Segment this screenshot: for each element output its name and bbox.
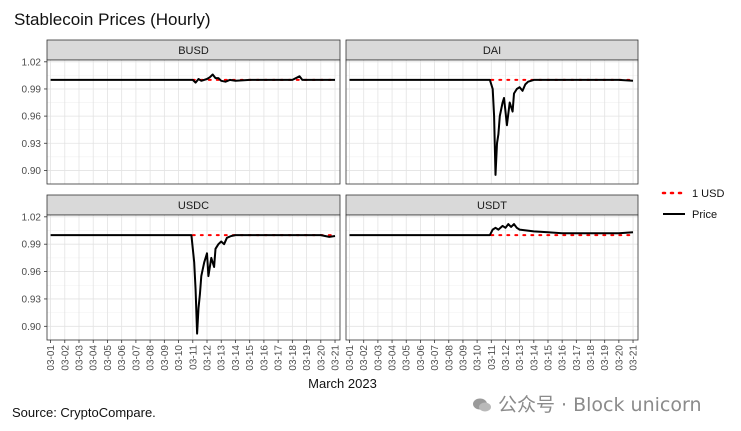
facet-strip-label: USDC [178,200,209,212]
x-tick-label: 03-12 [501,345,512,371]
x-tick-label: 03-13 [515,345,526,371]
x-tick-label: 03-02 [60,345,71,371]
facet-strip-label: USDT [477,200,507,212]
x-tick-label: 03-01 [46,345,57,371]
x-tick-label: 03-02 [359,345,370,371]
x-tick-label: 03-11 [188,345,199,370]
x-tick-label: 03-20 [614,345,625,371]
facet-panel-dai: DAI [345,39,639,185]
y-tick-label: 0.99 [22,240,42,251]
panel-background [47,215,340,340]
x-tick-label: 03-13 [217,345,228,371]
legend-label-price: Price [692,209,717,221]
y-tick-label: 1.02 [22,212,42,223]
x-tick-label: 03-09 [458,345,469,371]
x-tick-label: 03-08 [146,345,157,371]
x-tick-label: 03-20 [316,345,327,371]
x-tick-label: 03-14 [231,345,242,371]
wechat-icon [473,398,491,412]
x-tick-label: 03-04 [89,345,100,371]
facet-strip-label: DAI [483,45,501,57]
y-tick-label: 0.96 [22,267,42,278]
x-tick-label: 03-06 [117,345,128,371]
facet-panel-busd: BUSD 1.02 0.99 0.96 0.93 0.90 [22,39,341,185]
legend: 1 USD Price [661,188,724,221]
x-tick-label: 03-17 [572,345,583,371]
chart-area: BUSD 1.02 0.99 0.96 0.93 0.90 DAI USDC 1.02 0.99 0… [22,39,724,391]
legend-label-1usd: 1 USD [692,188,724,200]
x-tick-label: 03-03 [75,345,86,371]
x-tick-label: 03-10 [174,345,185,371]
x-tick-label: 03-04 [388,345,399,371]
x-tick-label: 03-06 [416,345,427,371]
x-tick-label: 03-05 [103,345,114,371]
x-tick-label: 03-16 [558,345,569,371]
x-tick-label: 03-15 [543,345,554,371]
x-axis-title: March 2023 [308,376,377,391]
x-tick-label: 03-19 [600,345,611,371]
x-tick-label: 03-03 [373,345,384,371]
y-tick-label: 1.02 [22,57,42,68]
x-tick-label: 03-19 [302,345,313,371]
facet-panel-usdc: USDC1.020.990.960.930.9003-01 03-02 03-03 0… [22,194,342,371]
x-tick-label: 03-14 [529,345,540,371]
y-tick-label: 0.90 [22,166,42,177]
x-tick-label: 03-07 [430,345,441,371]
x-tick-label: 03-16 [259,345,270,371]
facet-panel-usdt: USDT03-01 03-02 03-03 03-04 03-05 03-06 03-07 0… [345,194,640,371]
x-tick-label: 03-05 [402,345,413,371]
x-tick-label: 03-12 [203,345,214,371]
x-tick-label: 03-15 [245,345,256,371]
y-tick-label: 0.93 [22,139,42,150]
x-tick-label: 03-01 [345,345,356,371]
x-tick-label: 03-18 [586,345,597,371]
x-tick-label: 03-18 [288,345,299,371]
y-tick-label: 0.96 [22,112,42,123]
y-tick-label: 0.99 [22,84,42,95]
x-tick-label: 03-08 [444,345,455,371]
x-tick-label: 03-10 [473,345,484,371]
y-tick-label: 0.93 [22,294,42,305]
panel-background [346,60,638,184]
watermark-text: 公众号 · Block unicorn [498,394,702,416]
x-tick-label: 03-09 [160,345,171,371]
x-tick-label: 03-11 [487,345,498,370]
watermark: 公众号 · Block unicorn [472,390,702,417]
source-note: Source: CryptoCompare. [12,405,156,420]
x-tick-label: 03-21 [331,345,342,371]
x-tick-label: 03-07 [131,345,142,371]
x-tick-label: 03-17 [274,345,285,371]
x-tick-label: 03-21 [629,345,640,371]
y-tick-label: 0.90 [22,322,42,333]
facet-strip-label: BUSD [178,45,209,57]
